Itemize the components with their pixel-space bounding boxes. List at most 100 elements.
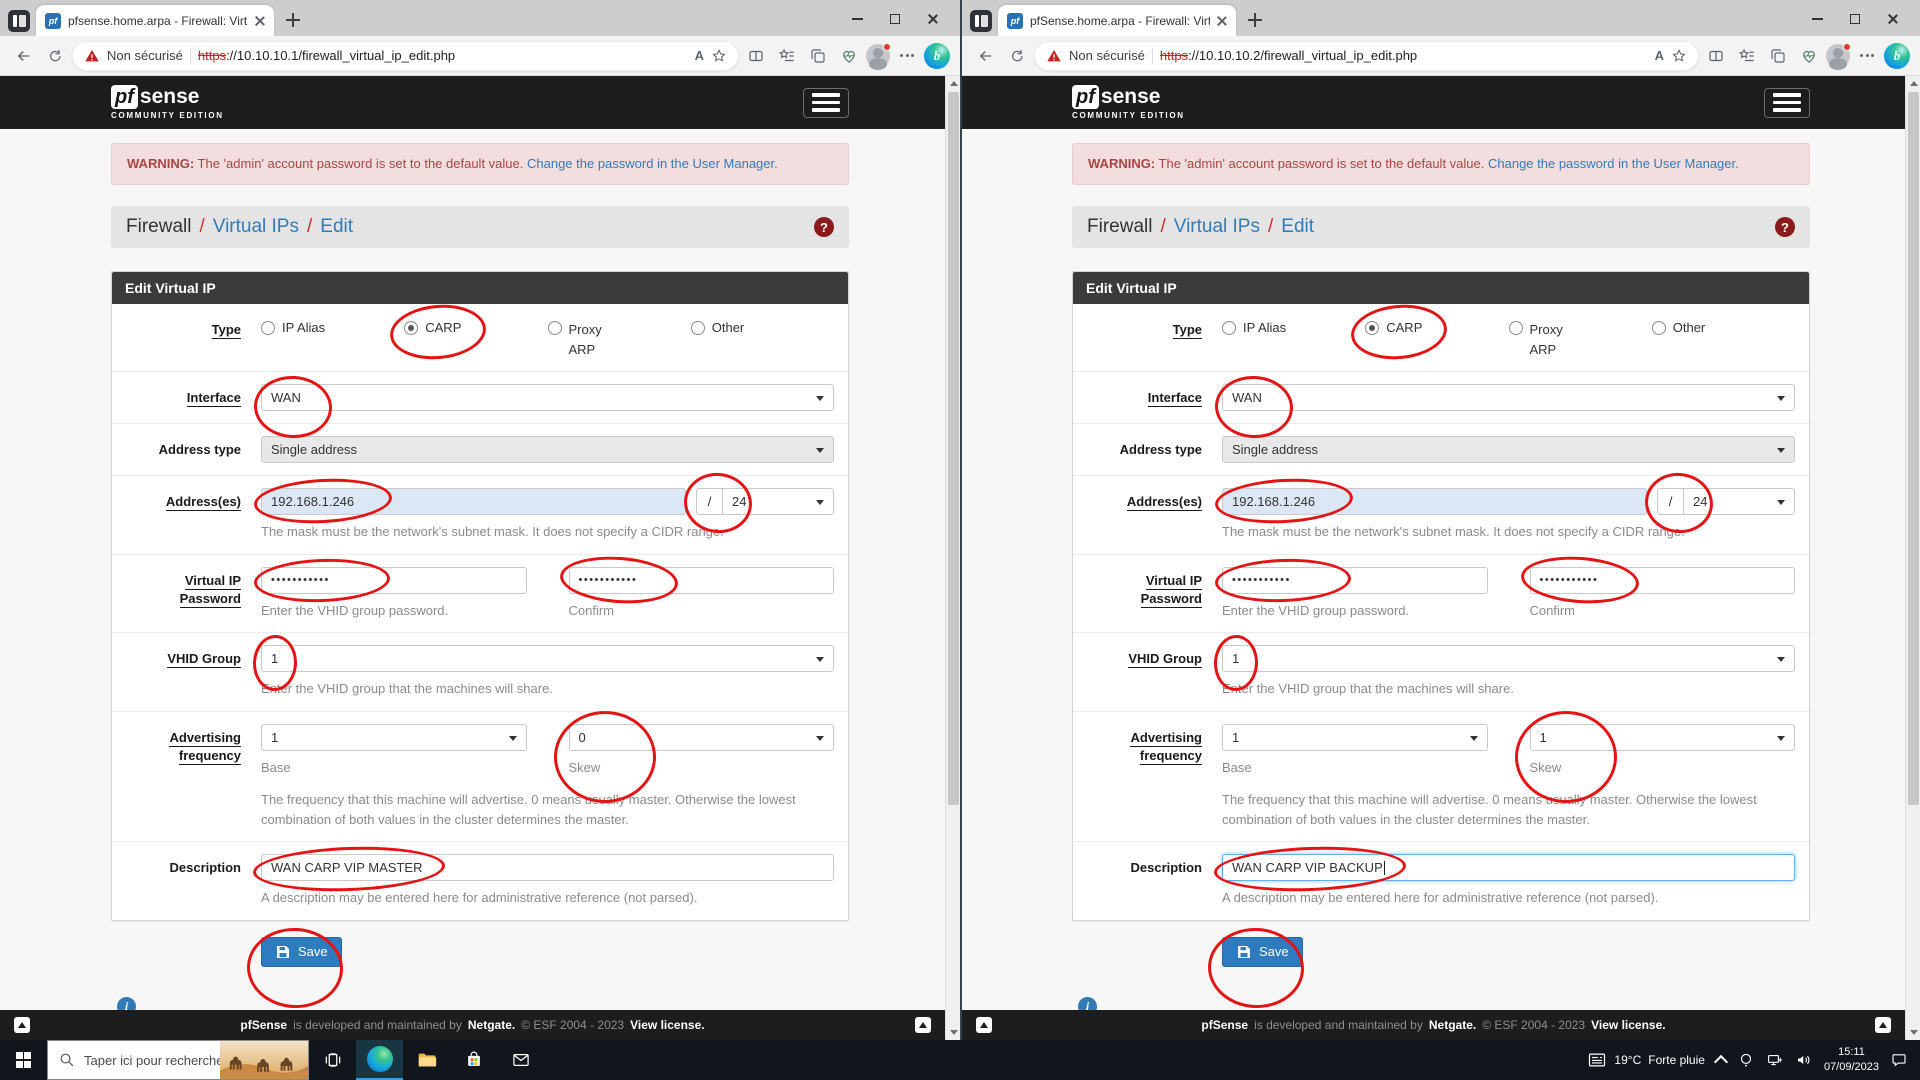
tray-expand-icon[interactable]	[1713, 1054, 1729, 1070]
scrollbar-up-icon[interactable]	[946, 76, 960, 91]
microsoft-store-icon[interactable]	[450, 1040, 497, 1080]
back-icon[interactable]	[972, 42, 1000, 70]
base-select[interactable]: 1	[1222, 723, 1488, 751]
split-screen-icon[interactable]	[1702, 42, 1730, 70]
start-button[interactable]	[0, 1040, 47, 1080]
taskbar-search[interactable]: Taper ici pour rechercher	[47, 1040, 309, 1080]
warning-link[interactable]: Change the password in the User Manager.	[527, 156, 778, 171]
scroll-top-icon[interactable]	[915, 1017, 931, 1033]
breadcrumb-virtual-ips[interactable]: Virtual IPs	[213, 216, 299, 238]
breadcrumb-edit[interactable]: Edit	[1281, 216, 1314, 238]
mail-icon[interactable]	[497, 1040, 544, 1080]
maximize-button[interactable]	[876, 5, 914, 33]
menu-icon[interactable]	[803, 87, 849, 118]
minimize-button[interactable]	[838, 5, 876, 33]
new-tab-button[interactable]	[280, 7, 306, 33]
skew-select[interactable]: 1	[1514, 710, 1795, 803]
skew-select[interactable]: 0	[553, 710, 834, 803]
desert-camels-image[interactable]	[220, 1041, 308, 1079]
vip-password-confirm-input[interactable]: •••••••••••	[1519, 552, 1795, 607]
vhid-select[interactable]: 1	[252, 634, 834, 692]
read-aloud-icon[interactable]: A	[695, 48, 704, 63]
file-explorer-icon[interactable]	[403, 1040, 450, 1080]
breadcrumb-edit[interactable]: Edit	[320, 216, 353, 238]
scrollbar-thumb[interactable]	[948, 92, 959, 806]
save-button[interactable]: Save	[1222, 936, 1303, 967]
url-text[interactable]: https://10.10.10.1/firewall_virtual_ip_e…	[198, 48, 688, 63]
collections-icon[interactable]	[1764, 42, 1792, 70]
subnet-select[interactable]: 24	[722, 488, 834, 516]
scrollbar-down-icon[interactable]	[1906, 1025, 1920, 1040]
task-view-icon[interactable]	[309, 1040, 356, 1080]
minimize-button[interactable]	[1798, 5, 1836, 33]
browser-essentials-icon[interactable]	[1795, 42, 1823, 70]
pfsense-logo[interactable]: pf sense COMMUNITY EDITION	[111, 85, 224, 120]
address-type-select[interactable]: Single address	[1222, 436, 1795, 464]
maximize-button[interactable]	[1836, 5, 1874, 33]
tab-actions-icon[interactable]	[970, 10, 992, 32]
address-input[interactable]: 192.168.1.246	[1213, 475, 1647, 527]
tab-close-icon[interactable]	[255, 16, 265, 26]
breadcrumb-virtual-ips[interactable]: Virtual IPs	[1174, 216, 1260, 238]
radio-other[interactable]: Other	[1651, 320, 1795, 359]
notification-center-icon[interactable]	[1890, 1051, 1908, 1069]
taskbar-edge-icon[interactable]	[356, 1040, 403, 1080]
base-select[interactable]: 1	[261, 723, 527, 751]
profile-avatar[interactable]	[1826, 42, 1851, 70]
favorite-star-icon[interactable]	[1671, 48, 1687, 64]
more-options-icon[interactable]	[1853, 42, 1881, 70]
security-label[interactable]: Non sécurisé	[1069, 48, 1145, 63]
new-tab-button[interactable]	[1242, 7, 1268, 33]
scrollbar-up-icon[interactable]	[1906, 76, 1920, 91]
collections-icon[interactable]	[804, 42, 832, 70]
refresh-icon[interactable]	[41, 42, 69, 70]
radio-ip-alias[interactable]: IP Alias	[261, 320, 404, 359]
refresh-icon[interactable]	[1003, 42, 1031, 70]
browser-essentials-icon[interactable]	[835, 42, 863, 70]
copilot-icon[interactable]: b	[924, 42, 950, 69]
tab-actions-icon[interactable]	[8, 10, 30, 32]
help-icon[interactable]: ?	[1775, 217, 1795, 238]
vhid-select[interactable]: 1	[1213, 634, 1795, 692]
close-button[interactable]	[914, 5, 952, 33]
vip-password-input[interactable]: •••••••••••	[1214, 556, 1488, 605]
scroll-top-icon[interactable]	[976, 1017, 992, 1033]
weather-widget[interactable]: 19°C Forte pluie	[1587, 1050, 1705, 1070]
vip-password-confirm-input[interactable]: •••••••••••	[558, 552, 834, 607]
save-button[interactable]: Save	[261, 936, 342, 967]
security-label[interactable]: Non sécurisé	[107, 48, 183, 63]
scrollbar-thumb[interactable]	[1908, 92, 1919, 806]
radio-ip-alias[interactable]: IP Alias	[1222, 320, 1365, 359]
close-button[interactable]	[1874, 5, 1912, 33]
tray-volume-icon[interactable]	[1795, 1051, 1813, 1069]
address-bar[interactable]: Non sécurisé https://10.10.10.2/firewall…	[1034, 40, 1699, 71]
favorites-list-icon[interactable]	[1733, 42, 1761, 70]
browser-tab[interactable]: pf pfSense.home.arpa - Firewall: Virt	[998, 5, 1236, 36]
subnet-select[interactable]: 24	[1683, 488, 1795, 516]
address-input[interactable]: 192.168.1.246	[252, 475, 686, 527]
warning-link[interactable]: Change the password in the User Manager.	[1488, 156, 1739, 171]
favorites-list-icon[interactable]	[773, 42, 801, 70]
vip-password-input[interactable]: •••••••••••	[253, 556, 527, 605]
scrollbar[interactable]	[945, 76, 960, 1040]
radio-other[interactable]: Other	[690, 320, 834, 359]
address-bar[interactable]: Non sécurisé https://10.10.10.1/firewall…	[72, 40, 739, 71]
favorite-star-icon[interactable]	[711, 48, 727, 64]
description-input[interactable]: WAN CARP VIP MASTER	[252, 843, 834, 895]
scrollbar-down-icon[interactable]	[946, 1025, 960, 1040]
scroll-top-icon[interactable]	[1875, 1017, 1891, 1033]
address-type-select[interactable]: Single address	[261, 436, 834, 464]
help-icon[interactable]: ?	[814, 217, 834, 238]
copilot-icon[interactable]: b	[1884, 42, 1910, 69]
radio-carp[interactable]: CARP	[388, 301, 547, 364]
radio-proxy-arp[interactable]: Proxy ARP	[547, 320, 691, 359]
more-options-icon[interactable]	[893, 42, 921, 70]
view-license-link[interactable]: View license.	[1591, 1018, 1666, 1032]
view-license-link[interactable]: View license.	[630, 1018, 705, 1032]
description-input[interactable]: WAN CARP VIP BACKUP	[1213, 843, 1795, 895]
scrollbar[interactable]	[1905, 76, 1920, 1040]
read-aloud-icon[interactable]: A	[1655, 48, 1664, 63]
back-icon[interactable]	[10, 42, 38, 70]
menu-icon[interactable]	[1764, 87, 1810, 118]
url-text[interactable]: https://10.10.10.2/firewall_virtual_ip_e…	[1160, 48, 1648, 63]
